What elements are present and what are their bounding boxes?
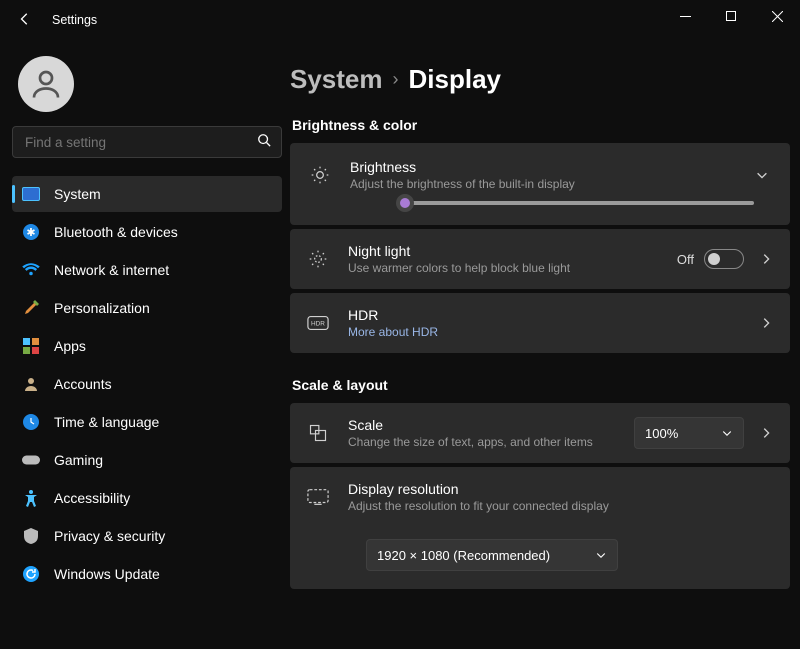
scale-subtitle: Change the size of text, apps, and other… [348, 435, 618, 449]
chevron-down-icon [755, 168, 769, 182]
card-brightness[interactable]: Brightness Adjust the brightness of the … [290, 143, 790, 225]
sidebar-item-system[interactable]: System [12, 176, 282, 212]
sidebar-item-apps[interactable]: Apps [12, 328, 282, 364]
clock-icon [22, 413, 40, 431]
open-night-light-button[interactable] [754, 252, 778, 266]
search-input[interactable] [23, 134, 257, 151]
main-content: System › Display Brightness & color Brig… [290, 40, 800, 649]
maximize-button[interactable] [708, 0, 754, 32]
breadcrumb-current: Display [409, 64, 502, 95]
resolution-icon [304, 488, 332, 506]
card-resolution[interactable]: Display resolution Adjust the resolution… [290, 467, 790, 589]
back-button[interactable] [12, 11, 38, 30]
avatar[interactable] [18, 56, 74, 112]
sidebar-item-label: Apps [54, 338, 86, 354]
svg-text:HDR: HDR [311, 321, 325, 328]
sidebar-item-label: Network & internet [54, 262, 169, 278]
resolution-subtitle: Adjust the resolution to fit your connec… [348, 499, 778, 513]
night-light-title: Night light [348, 243, 661, 259]
chevron-right-icon [759, 316, 773, 330]
window-controls [662, 0, 800, 32]
brightness-title: Brightness [350, 159, 734, 175]
scale-icon [304, 423, 332, 443]
scale-dropdown[interactable]: 100% [634, 417, 744, 449]
search-input-wrapper[interactable] [12, 126, 282, 158]
resolution-title: Display resolution [348, 481, 778, 497]
breadcrumb-parent[interactable]: System [290, 64, 383, 95]
chevron-right-icon [759, 252, 773, 266]
brightness-slider[interactable] [398, 201, 754, 205]
shield-icon [22, 527, 40, 545]
scale-value: 100% [645, 426, 678, 441]
hdr-more-link[interactable]: More about HDR [348, 325, 738, 339]
resolution-value: 1920 × 1080 (Recommended) [377, 548, 550, 563]
hdr-icon: HDR [304, 315, 332, 331]
chevron-right-icon [759, 426, 773, 440]
night-light-state: Off [677, 252, 694, 267]
accounts-icon [22, 375, 40, 393]
sidebar-item-bluetooth[interactable]: ✱ Bluetooth & devices [12, 214, 282, 250]
sidebar-item-label: Bluetooth & devices [54, 224, 178, 240]
card-scale[interactable]: Scale Change the size of text, apps, and… [290, 403, 790, 463]
section-heading-brightness: Brightness & color [292, 117, 790, 133]
resolution-dropdown[interactable]: 1920 × 1080 (Recommended) [366, 539, 618, 571]
sidebar-item-accessibility[interactable]: Accessibility [12, 480, 282, 516]
slider-thumb[interactable] [396, 194, 414, 212]
close-button[interactable] [754, 0, 800, 32]
hdr-title: HDR [348, 307, 738, 323]
sidebar-item-label: Accessibility [54, 490, 130, 506]
window-title: Settings [52, 13, 97, 27]
sidebar-item-personalization[interactable]: Personalization [12, 290, 282, 326]
sidebar-item-label: Privacy & security [54, 528, 165, 544]
sidebar-item-label: Personalization [54, 300, 150, 316]
apps-icon [22, 337, 40, 355]
sidebar-item-label: Gaming [54, 452, 103, 468]
accessibility-icon [22, 489, 40, 507]
brightness-subtitle: Adjust the brightness of the built-in di… [350, 177, 734, 191]
sidebar-item-privacy[interactable]: Privacy & security [12, 518, 282, 554]
bluetooth-icon: ✱ [22, 223, 40, 241]
sidebar-item-label: Time & language [54, 414, 159, 430]
chevron-down-icon [721, 427, 733, 439]
sidebar-item-network[interactable]: Network & internet [12, 252, 282, 288]
night-light-icon [304, 249, 332, 269]
open-hdr-button[interactable] [754, 316, 778, 330]
expand-brightness-button[interactable] [750, 168, 774, 182]
gaming-icon [22, 451, 40, 469]
nav: System ✱ Bluetooth & devices Network & i… [12, 176, 282, 592]
brush-icon [22, 299, 40, 317]
chevron-right-icon: › [393, 69, 399, 90]
night-light-toggle[interactable] [704, 249, 744, 269]
sidebar: System ✱ Bluetooth & devices Network & i… [0, 40, 290, 649]
section-heading-scale: Scale & layout [292, 377, 790, 393]
night-light-subtitle: Use warmer colors to help block blue lig… [348, 261, 661, 275]
sidebar-item-gaming[interactable]: Gaming [12, 442, 282, 478]
system-icon [22, 185, 40, 203]
sidebar-item-windows-update[interactable]: Windows Update [12, 556, 282, 592]
chevron-down-icon [595, 549, 607, 561]
sidebar-item-label: System [54, 186, 101, 202]
minimize-button[interactable] [662, 0, 708, 32]
open-scale-button[interactable] [754, 426, 778, 440]
sidebar-item-time-language[interactable]: Time & language [12, 404, 282, 440]
card-hdr[interactable]: HDR HDR More about HDR [290, 293, 790, 353]
breadcrumb: System › Display [290, 64, 790, 95]
update-icon [22, 565, 40, 583]
person-icon [28, 66, 64, 102]
brightness-icon [306, 165, 334, 185]
card-night-light[interactable]: Night light Use warmer colors to help bl… [290, 229, 790, 289]
wifi-icon [22, 261, 40, 279]
scale-title: Scale [348, 417, 618, 433]
sidebar-item-accounts[interactable]: Accounts [12, 366, 282, 402]
sidebar-item-label: Windows Update [54, 566, 160, 582]
sidebar-item-label: Accounts [54, 376, 112, 392]
search-icon [257, 133, 271, 152]
